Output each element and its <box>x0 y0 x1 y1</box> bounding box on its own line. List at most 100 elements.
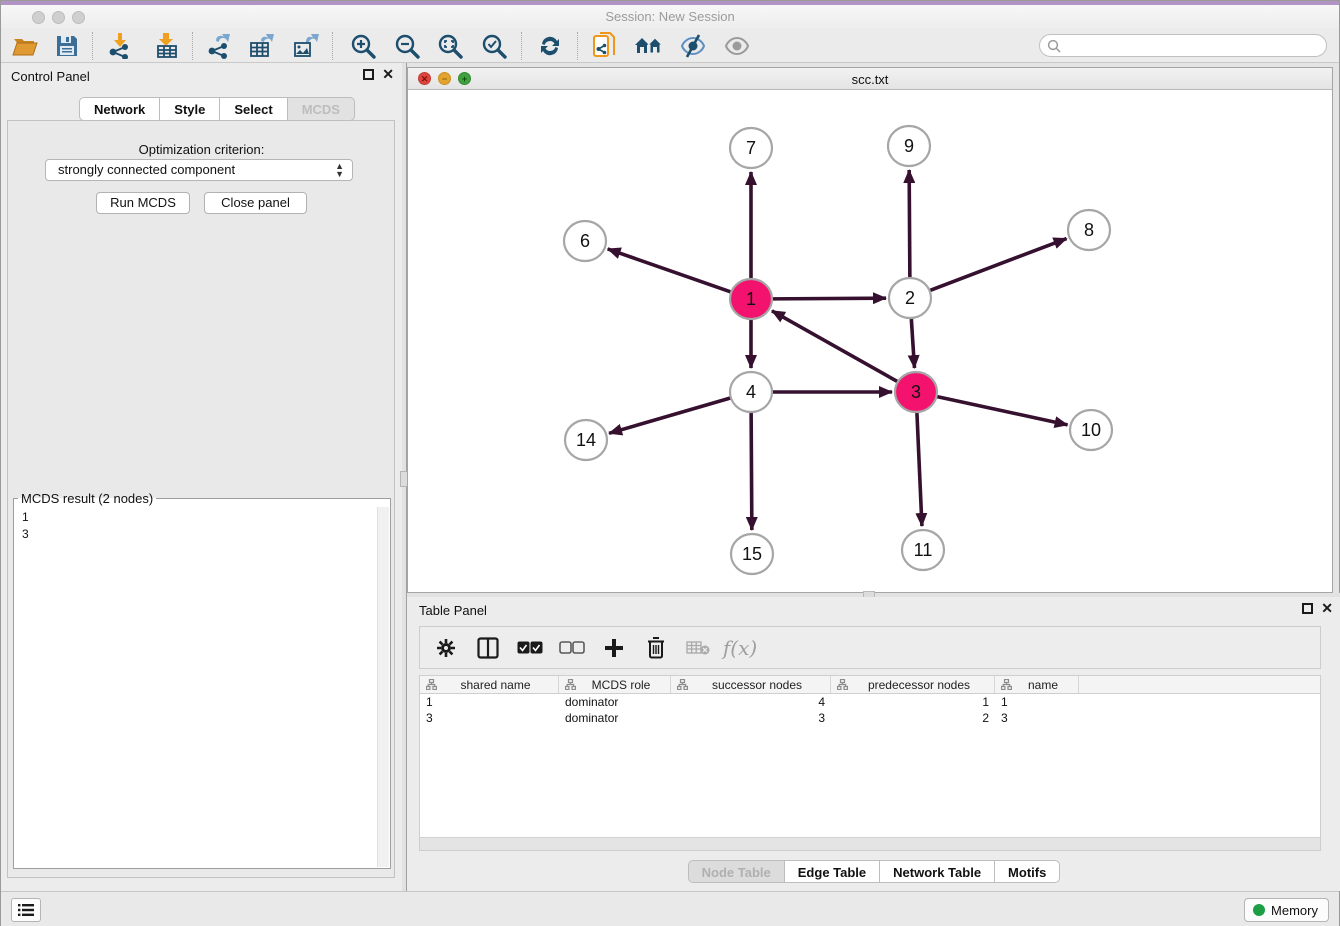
table-cell[interactable]: 4 <box>671 694 831 710</box>
column-header-successor-nodes[interactable]: successor nodes <box>671 676 831 693</box>
zoom-fit-icon[interactable] <box>434 31 466 61</box>
memory-status-icon <box>1253 904 1265 916</box>
toolbar-separator <box>92 32 93 60</box>
node-11[interactable]: 11 <box>902 530 944 570</box>
mcds-result-scrollbar[interactable] <box>377 507 389 867</box>
node-2[interactable]: 2 <box>889 278 931 318</box>
close-table-panel-icon[interactable]: ✕ <box>1321 603 1333 614</box>
table-cell[interactable]: 1 <box>831 694 995 710</box>
zoom-selected-icon[interactable] <box>478 31 510 61</box>
edge-1-2[interactable] <box>772 298 886 299</box>
table-cell[interactable]: 3 <box>420 710 559 726</box>
node-3[interactable]: 3 <box>895 372 937 412</box>
column-header-shared-name[interactable]: shared name <box>420 676 559 693</box>
table-cell[interactable]: dominator <box>559 710 671 726</box>
delete-column-icon[interactable] <box>642 634 670 662</box>
column-header-predecessor-nodes[interactable]: predecessor nodes <box>831 676 995 693</box>
tab-node-table[interactable]: Node Table <box>688 860 784 883</box>
edge-4-14[interactable] <box>609 398 731 433</box>
float-panel-icon[interactable] <box>363 69 374 80</box>
mcds-result-list[interactable]: 1 3 <box>14 506 376 868</box>
tab-network[interactable]: Network <box>79 97 159 121</box>
edge-3-10[interactable] <box>937 396 1068 424</box>
table-cell[interactable]: 2 <box>831 710 995 726</box>
edge-2-3[interactable] <box>911 319 914 368</box>
node-6[interactable]: 6 <box>564 221 606 261</box>
edge-2-9[interactable] <box>909 170 910 277</box>
table-cell[interactable]: 3 <box>671 710 831 726</box>
refresh-icon[interactable] <box>534 31 566 61</box>
main-toolbar <box>1 28 1339 63</box>
memory-button[interactable]: Memory <box>1244 898 1329 922</box>
export-image-icon[interactable] <box>290 31 322 61</box>
delete-table-icon[interactable] <box>684 634 712 662</box>
run-mcds-button[interactable]: Run MCDS <box>96 192 190 214</box>
settings-gear-icon[interactable] <box>432 634 460 662</box>
control-panel: Control Panel ✕ NetworkStyleSelectMCDS O… <box>1 63 402 891</box>
float-table-panel-icon[interactable] <box>1302 603 1313 614</box>
column-header-name[interactable]: name <box>995 676 1079 693</box>
hide-selected-icon[interactable] <box>677 31 709 61</box>
toolbar-separator <box>577 32 578 60</box>
import-table-icon[interactable] <box>151 31 183 61</box>
deselect-all-checkboxes-icon[interactable] <box>558 634 586 662</box>
optimization-criterion-select[interactable]: strongly connected component ▲▼ <box>45 159 353 181</box>
tab-edge-table[interactable]: Edge Table <box>784 860 879 883</box>
save-session-icon[interactable] <box>51 31 83 61</box>
tab-style[interactable]: Style <box>159 97 219 121</box>
tab-network-table[interactable]: Network Table <box>879 860 994 883</box>
table-cell[interactable]: 1 <box>420 694 559 710</box>
table-row[interactable]: 3dominator323 <box>420 710 1320 726</box>
memory-label: Memory <box>1271 903 1318 918</box>
close-panel-icon[interactable]: ✕ <box>382 69 394 80</box>
edge-2-8[interactable] <box>930 239 1067 291</box>
node-4[interactable]: 4 <box>730 372 772 412</box>
table-panel-title: Table Panel <box>419 603 487 618</box>
tab-motifs[interactable]: Motifs <box>994 860 1060 883</box>
export-network-icon[interactable] <box>203 31 235 61</box>
node-14[interactable]: 14 <box>565 420 607 460</box>
table-cell[interactable]: 3 <box>995 710 1079 726</box>
table-hscrollbar[interactable] <box>420 837 1320 850</box>
node-7[interactable]: 7 <box>730 128 772 168</box>
svg-text:14: 14 <box>576 430 596 450</box>
tab-mcds[interactable]: MCDS <box>287 97 355 121</box>
column-header-MCDS-role[interactable]: MCDS role <box>559 676 671 693</box>
table-row[interactable]: 1dominator411 <box>420 694 1320 710</box>
table-cell[interactable]: dominator <box>559 694 671 710</box>
add-column-icon[interactable] <box>600 634 628 662</box>
edge-4-15[interactable] <box>751 413 752 530</box>
edge-3-1[interactable] <box>772 311 898 382</box>
node-8[interactable]: 8 <box>1068 210 1110 250</box>
zoom-out-icon[interactable] <box>391 31 423 61</box>
mcds-result-box: MCDS result (2 nodes) 1 3 <box>13 491 391 869</box>
table-panel: Table Panel ✕ <box>407 597 1340 891</box>
node-1[interactable]: 1 <box>730 279 772 319</box>
show-hidden-icon[interactable] <box>721 31 753 61</box>
node-9[interactable]: 9 <box>888 126 930 166</box>
export-table-icon[interactable] <box>246 31 278 61</box>
node-15[interactable]: 15 <box>731 534 773 574</box>
import-network-icon[interactable] <box>104 31 136 61</box>
search-input[interactable] <box>1039 34 1327 57</box>
close-panel-button[interactable]: Close panel <box>204 192 307 214</box>
network-canvas[interactable]: 7 9 6 8 1 2 4 3 14 10 15 11 <box>408 90 1332 592</box>
open-session-icon[interactable] <box>9 31 41 61</box>
edge-3-11[interactable] <box>917 413 922 526</box>
home-icon[interactable] <box>633 31 665 61</box>
select-all-checkboxes-icon[interactable] <box>516 634 544 662</box>
function-builder-icon[interactable]: f(x) <box>726 634 754 662</box>
titlebar[interactable]: Session: New Session <box>1 5 1339 28</box>
svg-text:4: 4 <box>746 382 756 402</box>
tab-select[interactable]: Select <box>219 97 286 121</box>
table-cell[interactable]: 1 <box>995 694 1079 710</box>
toolbar-separator <box>332 32 333 60</box>
zoom-in-icon[interactable] <box>347 31 379 61</box>
edge-1-6[interactable] <box>608 249 732 292</box>
optimization-criterion-label: Optimization criterion: <box>1 142 402 157</box>
network-window-titlebar[interactable]: ✕ − + scc.txt <box>408 68 1332 90</box>
column-layout-icon[interactable] <box>474 634 502 662</box>
node-10[interactable]: 10 <box>1070 410 1112 450</box>
task-history-button[interactable] <box>11 898 41 922</box>
clone-network-icon[interactable] <box>589 31 621 61</box>
